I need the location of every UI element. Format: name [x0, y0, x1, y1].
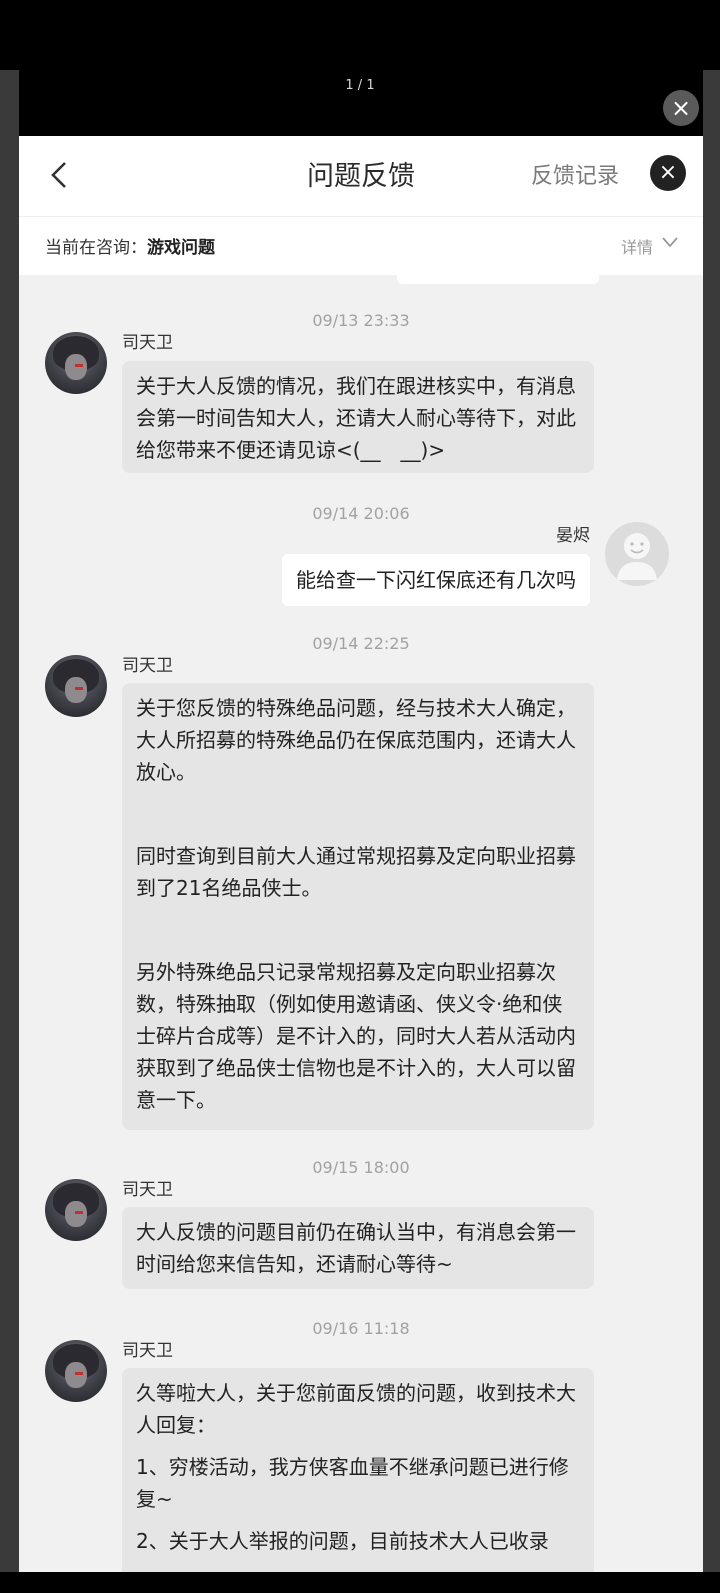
- sender-name: 司天卫: [122, 656, 173, 676]
- page-indicator: 1 / 1: [345, 78, 375, 93]
- user-avatar: [605, 522, 669, 586]
- message-text: 同时查询到目前大人通过常规招募及定向职业招募到了21名绝品侠士。: [136, 844, 576, 900]
- consult-prefix: 当前在咨询：: [45, 238, 147, 258]
- feedback-panel: 问题反馈 反馈记录 × 当前在咨询：游戏问题 详情 09/13 23:33 司天…: [19, 136, 703, 1572]
- agent-avatar: [45, 1340, 107, 1402]
- message-text: 大人反馈的问题目前仍在确认当中，有消息会第一时间给您来信告知，还请耐心等待~: [136, 1220, 576, 1276]
- backdrop-right: [703, 70, 720, 1572]
- agent-message-bubble: 关于您反馈的特殊绝品问题，经与技术大人确定，大人所招募的特殊绝品仍在保底范围内，…: [122, 683, 594, 1130]
- user-message-bubble: 能给查一下闪红保底还有几次吗: [282, 554, 590, 606]
- message-text: 2、关于大人举报的问题，目前技术大人已收录: [136, 1529, 549, 1553]
- backdrop-left: [0, 70, 19, 1572]
- message-text: 关于您反馈的特殊绝品问题，经与技术大人确定，大人所招募的特殊绝品仍在保底范围内，…: [136, 696, 576, 784]
- previous-message-bubble: [397, 274, 599, 284]
- message-text: 久等啦大人，关于您前面反馈的问题，收到技术大人回复：: [136, 1381, 576, 1437]
- message-timestamp: 09/14 20:06: [312, 504, 410, 523]
- message-text: 关于大人反馈的情况，我们在跟进核实中，有消息会第一时间告知大人，还请大人耐心等待…: [136, 374, 576, 462]
- message-text: 1、穷楼活动，我方侠客血量不继承问题已进行修复~: [136, 1455, 569, 1511]
- default-avatar-icon: [617, 533, 657, 580]
- chevron-down-icon[interactable]: [661, 233, 679, 251]
- consult-label: 当前在咨询：游戏问题: [45, 233, 215, 258]
- agent-avatar: [45, 1179, 107, 1241]
- agent-message-bubble: 大人反馈的问题目前仍在确认当中，有消息会第一时间给您来信告知，还请耐心等待~: [122, 1207, 594, 1289]
- status-bar: [0, 0, 720, 70]
- header: 问题反馈 反馈记录 ×: [19, 136, 703, 216]
- details-button[interactable]: 详情: [621, 234, 653, 258]
- sender-name: 司天卫: [122, 1341, 173, 1361]
- message-text: 另外特殊绝品只记录常规招募及定向职业招募次数，特殊抽取（例如使用邀请函、侠义令·…: [136, 960, 576, 1112]
- consult-bar: 当前在咨询：游戏问题 详情: [19, 216, 703, 275]
- sender-name: 司天卫: [122, 1180, 173, 1200]
- consult-topic: 游戏问题: [147, 238, 215, 258]
- navigation-bar: [0, 1572, 720, 1593]
- agent-message-bubble: 久等啦大人，关于您前面反馈的问题，收到技术大人回复： 1、穷楼活动，我方侠客血量…: [122, 1368, 594, 1572]
- feedback-records-link[interactable]: 反馈记录: [531, 158, 619, 190]
- agent-message-bubble: 关于大人反馈的情况，我们在跟进核实中，有消息会第一时间告知大人，还请大人耐心等待…: [122, 361, 594, 473]
- agent-avatar: [45, 332, 107, 394]
- close-icon[interactable]: ×: [650, 155, 686, 191]
- sender-name: 司天卫: [122, 333, 173, 353]
- user-name: 晏烬: [556, 526, 590, 546]
- viewer-close-icon[interactable]: ×: [663, 90, 699, 126]
- agent-avatar: [45, 655, 107, 717]
